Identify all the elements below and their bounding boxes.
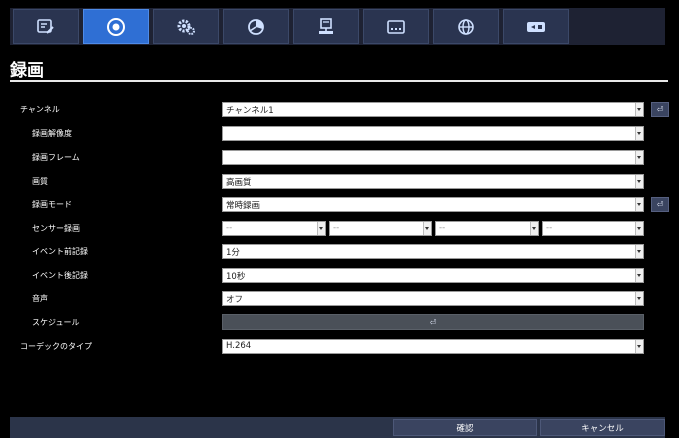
chevron-down-icon <box>635 269 643 282</box>
pre-record-value: 1分 <box>226 248 240 258</box>
switch-icon <box>527 21 545 32</box>
chevron-down-icon <box>423 222 431 235</box>
channel-label: チャンネル <box>20 105 60 114</box>
chevron-down-icon <box>530 222 538 235</box>
schedule-button[interactable]: ⏎ <box>222 314 644 330</box>
chevron-down-icon <box>635 245 643 258</box>
tab-switch[interactable] <box>503 9 569 44</box>
mode-settings-button[interactable]: ⏎ <box>651 197 669 212</box>
gear-icon <box>177 19 195 35</box>
post-record-value: 10秒 <box>226 272 246 282</box>
post-record-label: イベント後記録 <box>32 271 88 280</box>
chevron-down-icon <box>635 175 643 188</box>
chevron-down-icon <box>635 127 643 140</box>
sensor-select-2[interactable]: -- <box>329 221 432 236</box>
cancel-button[interactable]: キャンセル <box>540 419 665 436</box>
copy-icon: ⏎ <box>656 105 664 114</box>
tab-internet[interactable] <box>433 9 499 44</box>
sensor-select-1[interactable]: -- <box>222 221 326 236</box>
tab-device[interactable] <box>363 9 429 44</box>
device-icon <box>387 19 405 34</box>
pre-record-select[interactable]: 1分 <box>222 244 644 259</box>
top-tab-bar <box>10 8 665 45</box>
record-icon <box>107 17 125 36</box>
codec-select[interactable]: H.264 <box>222 339 644 354</box>
quality-select[interactable]: 高画質 <box>222 174 644 189</box>
channel-value: チャンネル1 <box>226 106 274 116</box>
resolution-label: 録画解像度 <box>32 129 72 138</box>
mode-label: 録画モード <box>32 200 72 209</box>
tab-record[interactable] <box>83 9 149 44</box>
post-record-select[interactable]: 10秒 <box>222 268 644 283</box>
sensor-value-2: -- <box>333 223 340 233</box>
channel-copy-button[interactable]: ⏎ <box>651 102 669 117</box>
schedule-icon: ⏎ <box>429 317 437 327</box>
sensor-select-4[interactable]: -- <box>542 221 644 236</box>
framerate-label: 録画フレーム <box>32 153 80 162</box>
sensor-value-1: -- <box>226 223 233 233</box>
chevron-down-icon <box>635 340 643 353</box>
quality-label: 画質 <box>32 177 48 186</box>
tab-statistics[interactable] <box>223 9 289 44</box>
sensor-select-3[interactable]: -- <box>435 221 539 236</box>
tab-display[interactable] <box>13 9 79 44</box>
pie-chart-icon <box>248 18 264 35</box>
settings-icon: ⏎ <box>656 200 664 209</box>
sensor-value-3: -- <box>439 223 446 233</box>
tab-settings[interactable] <box>153 9 219 44</box>
audio-select[interactable]: オフ <box>222 291 644 306</box>
sensor-label: センサー録画 <box>32 224 80 233</box>
mode-select[interactable]: 常時録画 <box>222 197 644 212</box>
network-icon <box>319 17 333 34</box>
page-title: 録画 <box>10 61 44 81</box>
chevron-down-icon <box>635 292 643 305</box>
globe-icon <box>458 18 474 35</box>
chevron-down-icon <box>635 151 643 164</box>
quality-value: 高画質 <box>226 178 252 188</box>
codec-label: コーデックのタイプ <box>20 342 92 351</box>
chevron-down-icon <box>635 222 643 235</box>
mode-value: 常時録画 <box>226 201 261 211</box>
sensor-value-4: -- <box>546 223 553 233</box>
pre-record-label: イベント前記録 <box>32 247 88 256</box>
chevron-down-icon <box>317 222 325 235</box>
display-settings-icon <box>37 18 54 34</box>
framerate-select[interactable] <box>222 150 644 165</box>
channel-select[interactable]: チャンネル1 <box>222 102 644 117</box>
audio-value: オフ <box>226 295 244 305</box>
tab-network[interactable] <box>293 9 359 44</box>
codec-value: H.264 <box>226 341 252 351</box>
confirm-button[interactable]: 確認 <box>393 419 537 436</box>
resolution-select[interactable] <box>222 126 644 141</box>
chevron-down-icon <box>635 198 643 211</box>
chevron-down-icon <box>635 103 643 116</box>
schedule-label: スケジュール <box>32 318 80 327</box>
audio-label: 音声 <box>32 294 48 303</box>
title-divider <box>10 80 668 82</box>
